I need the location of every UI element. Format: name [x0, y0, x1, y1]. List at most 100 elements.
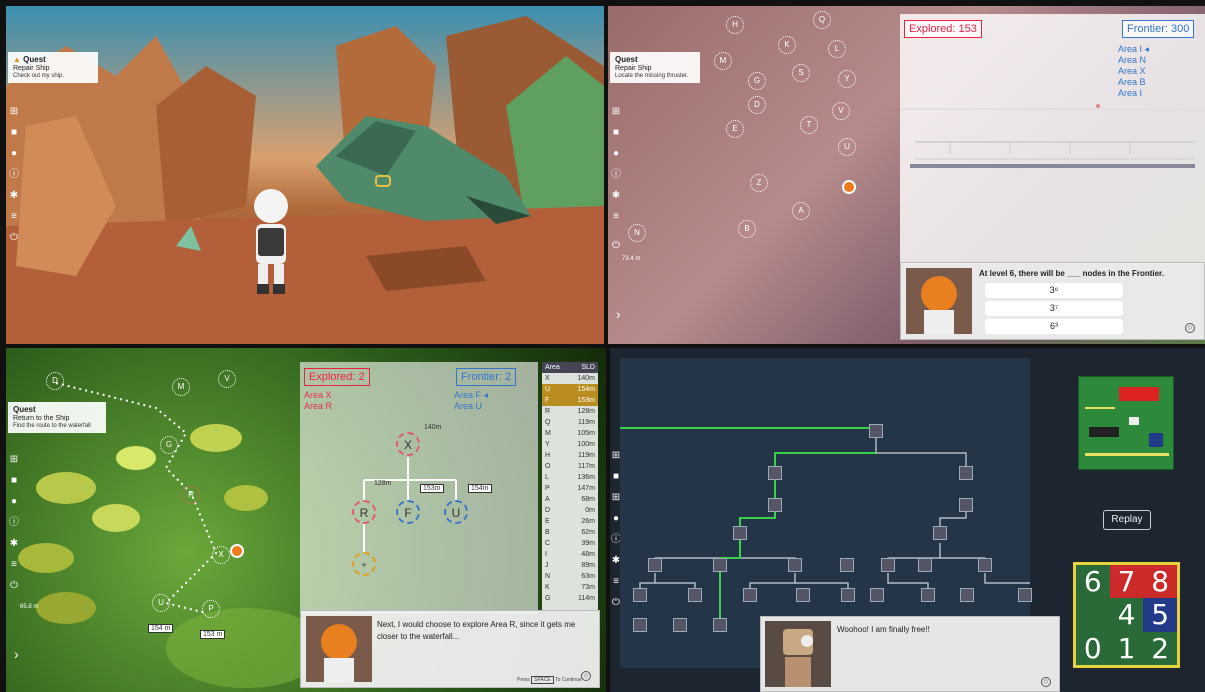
map-node[interactable]: D [748, 96, 766, 114]
answer-option[interactable]: 3⁷ [985, 301, 1123, 316]
tree-node[interactable]: F [396, 500, 420, 524]
circuit-chip[interactable] [633, 588, 647, 602]
tree-node-root[interactable]: X [396, 432, 420, 456]
chat-icon[interactable]: ● [8, 496, 20, 508]
map-node[interactable]: N [628, 224, 646, 242]
circuit-chip[interactable] [840, 558, 854, 572]
keypad-key[interactable]: 7 [1109, 565, 1144, 599]
info-icon[interactable]: ⓘ [8, 169, 20, 181]
astronaut-character[interactable] [246, 186, 296, 296]
map-node[interactable]: Q [813, 11, 831, 29]
map-node[interactable]: R [182, 486, 200, 504]
map-node[interactable]: Z [750, 174, 768, 192]
continue-icon[interactable]: ◇ [1185, 323, 1195, 333]
keypad-key[interactable]: 2 [1143, 631, 1177, 665]
keypad-key[interactable]: 4 [1109, 598, 1144, 632]
continue-icon[interactable]: ◇ [1041, 677, 1051, 687]
inventory-icon[interactable]: ■ [8, 475, 20, 487]
chat-icon[interactable]: ● [610, 148, 622, 160]
answer-option[interactable]: 6³ [985, 319, 1123, 334]
map-node[interactable]: A [792, 202, 810, 220]
map-node[interactable]: H [726, 16, 744, 34]
add-icon[interactable]: ⊞ [8, 454, 20, 466]
circuit-chip[interactable] [959, 498, 973, 512]
inventory-icon[interactable]: ■ [8, 127, 20, 139]
circuit-chip[interactable] [796, 588, 810, 602]
power-icon[interactable]: ⏻ [8, 232, 20, 244]
map-node[interactable]: U [838, 138, 856, 156]
list-icon[interactable]: ≡ [8, 559, 20, 571]
map-node[interactable]: G [748, 72, 766, 90]
circuit-chip[interactable] [648, 558, 662, 572]
tree-node[interactable]: R [352, 500, 376, 524]
sld-table-row: J 89m [542, 560, 598, 571]
circuit-chip[interactable] [921, 588, 935, 602]
distance-label: 128m [374, 480, 392, 487]
list-icon[interactable]: ≡ [8, 211, 20, 223]
map-node[interactable]: G [160, 436, 178, 454]
map-node[interactable]: T [800, 116, 818, 134]
circuit-chip[interactable] [959, 466, 973, 480]
keypad-key[interactable] [1076, 598, 1110, 632]
circuit-chip[interactable] [768, 498, 782, 512]
power-icon[interactable]: ⏻ [8, 580, 20, 592]
keypad-key[interactable]: 8 [1143, 565, 1177, 599]
circuit-chip[interactable] [788, 558, 802, 572]
list-icon[interactable]: ≡ [610, 211, 622, 223]
tree-node-new[interactable]: + [352, 552, 376, 576]
gear-icon[interactable]: ✱ [8, 190, 20, 202]
circuit-chip[interactable] [918, 558, 932, 572]
map-node[interactable]: V [218, 370, 236, 388]
circuit-chip[interactable] [713, 558, 727, 572]
add-icon[interactable]: ⊞ [610, 106, 622, 118]
map-node[interactable]: V [832, 102, 850, 120]
map-node[interactable]: S [792, 64, 810, 82]
circuit-chip[interactable] [881, 558, 895, 572]
chevron-right-icon[interactable]: › [616, 306, 621, 322]
map-node[interactable]: M [714, 52, 732, 70]
circuit-chip[interactable] [673, 618, 687, 632]
tree-node[interactable]: U [444, 500, 468, 524]
map-node[interactable]: Y [838, 70, 856, 88]
map-node[interactable]: U [152, 594, 170, 612]
circuit-chip[interactable] [733, 526, 747, 540]
circuit-chip[interactable] [841, 588, 855, 602]
keypad-key[interactable]: 0 [1076, 631, 1110, 665]
gear-icon[interactable]: ✱ [610, 190, 622, 202]
inventory-icon[interactable]: ■ [610, 127, 622, 139]
circuit-chip[interactable] [960, 588, 974, 602]
circuit-chip[interactable] [870, 588, 884, 602]
chat-icon[interactable]: ● [8, 148, 20, 160]
circuit-chip[interactable] [978, 558, 992, 572]
map-node[interactable]: D [46, 372, 64, 390]
map-node[interactable]: P [202, 600, 220, 618]
map-node[interactable]: E [726, 120, 744, 138]
circuit-chip[interactable] [768, 466, 782, 480]
circuit-chip[interactable] [869, 424, 883, 438]
keypad-key[interactable]: 5 [1143, 598, 1177, 632]
continue-icon[interactable]: ◇ [581, 671, 591, 681]
circuit-chip[interactable] [713, 618, 727, 632]
map-node[interactable]: K [778, 36, 796, 54]
chevron-right-icon[interactable]: › [14, 646, 19, 662]
quest-desc: Locate the missing thruster. [615, 72, 689, 79]
circuit-chip[interactable] [688, 588, 702, 602]
gear-icon[interactable]: ✱ [8, 538, 20, 550]
circuit-chip[interactable] [633, 618, 647, 632]
keypad-key[interactable]: 1 [1109, 631, 1144, 665]
add-icon[interactable]: ⊞ [8, 106, 20, 118]
answer-option[interactable]: 3⁶ [985, 283, 1123, 298]
map-node[interactable]: X [212, 546, 230, 564]
map-node[interactable]: M [172, 378, 190, 396]
info-icon[interactable]: ⓘ [610, 169, 622, 181]
replay-button[interactable]: Replay [1103, 510, 1151, 530]
circuit-chip[interactable] [933, 526, 947, 540]
circuit-chip[interactable] [743, 588, 757, 602]
keypad-key[interactable]: 6 [1076, 565, 1110, 599]
map-node[interactable]: B [738, 220, 756, 238]
map-node[interactable]: L [828, 40, 846, 58]
power-icon[interactable]: ⏻ [610, 240, 622, 252]
circuit-chip[interactable] [1018, 588, 1032, 602]
info-icon[interactable]: ⓘ [8, 517, 20, 529]
crashed-ship[interactable] [306, 106, 536, 226]
